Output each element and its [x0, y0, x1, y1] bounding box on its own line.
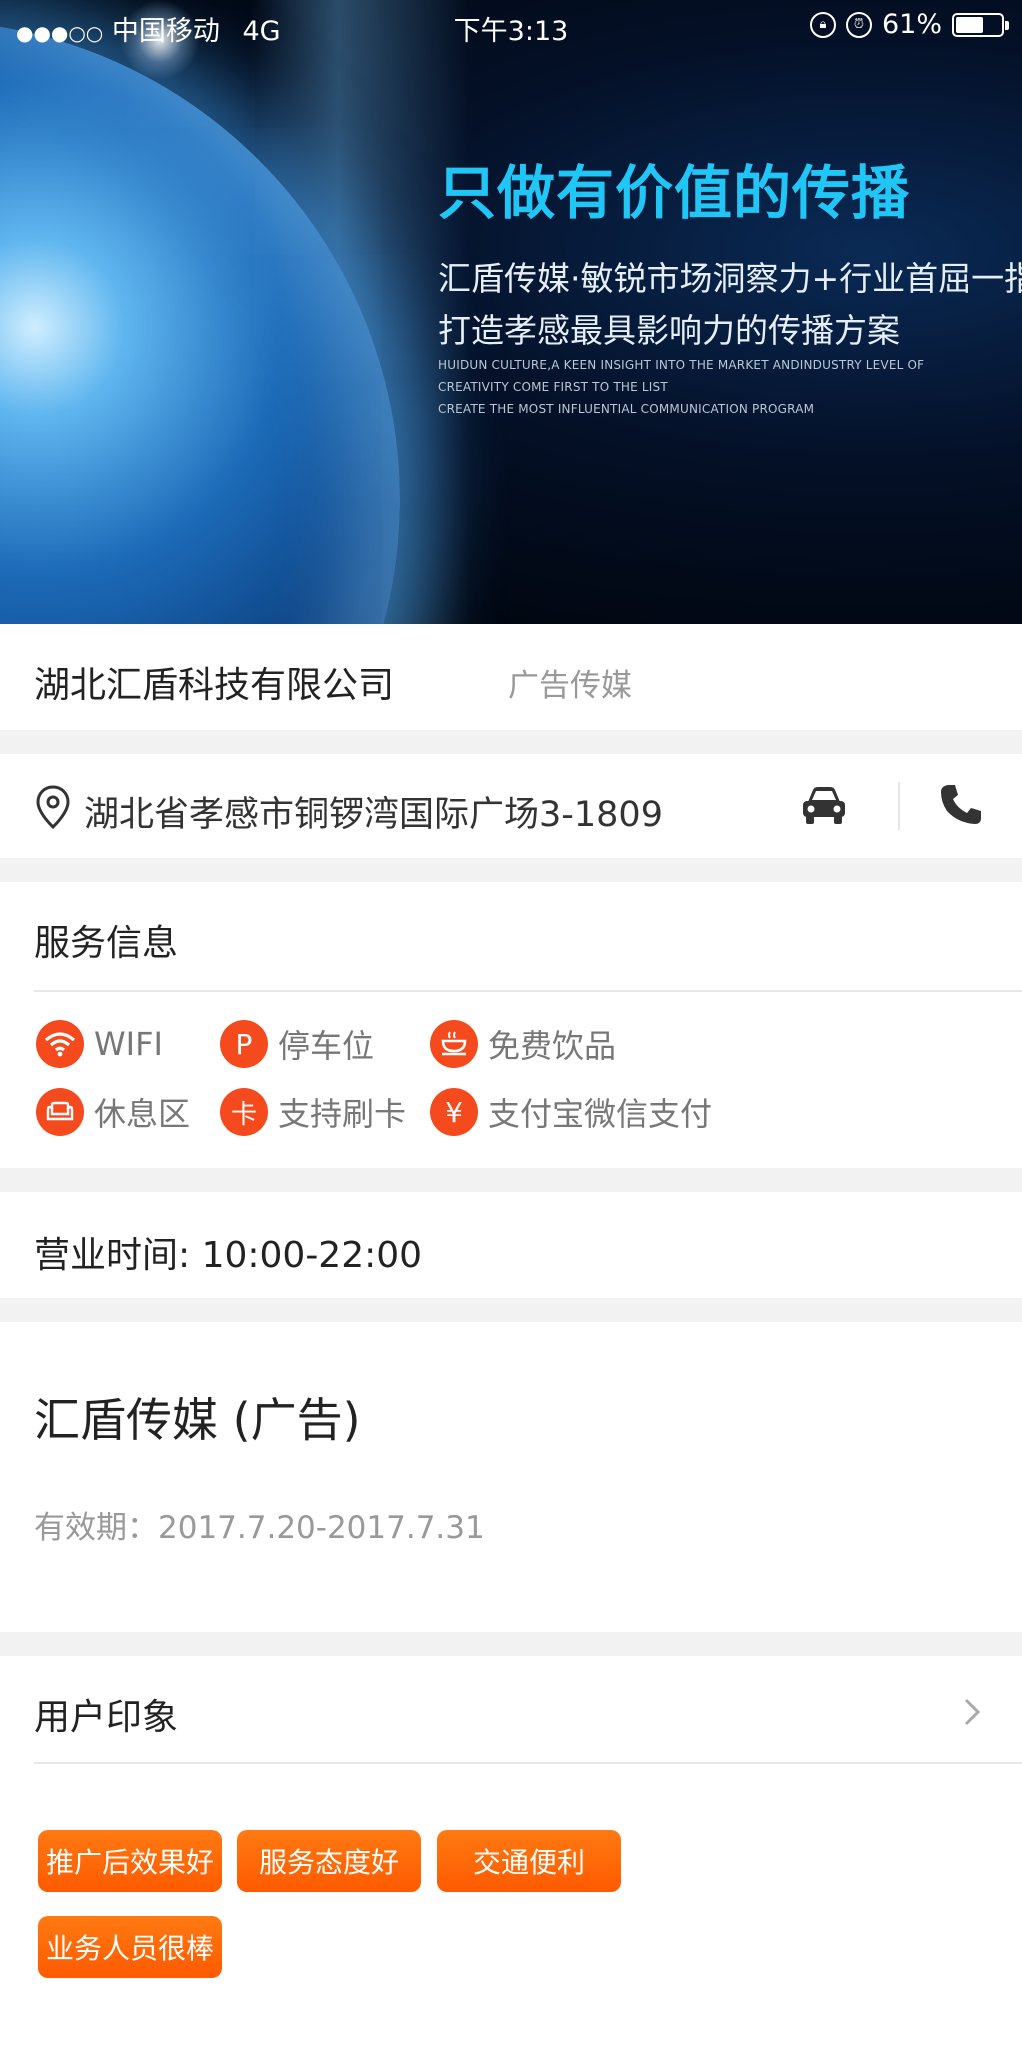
deal-validity: 有效期：2017.7.20-2017.7.31	[34, 1510, 485, 1546]
parking-icon: P	[220, 1020, 268, 1068]
business-hours-text: 营业时间: 10:00-22:00	[34, 1235, 423, 1276]
section-title: 服务信息	[34, 923, 179, 964]
banner-headline: 只做有价值的传播	[438, 159, 911, 227]
deal-title: 汇盾传媒 (广告)	[34, 1393, 361, 1447]
status-bar: ●●●○○ 中国移动 4G 下午3:13 🔒︎ ⏰︎ 61%	[0, 0, 1022, 50]
battery-percent: 61%	[881, 9, 942, 40]
banner-line-2: 打造孝感最具影响力的传播方案	[438, 311, 900, 350]
feature-label: WIFI	[94, 1025, 163, 1063]
deal-card[interactable]: 汇盾传媒 (广告) 有效期：2017.7.20-2017.7.31	[0, 1322, 1022, 1632]
banner-english-2: CREATIVITY COME FIRST TO THE LIST	[438, 380, 668, 394]
divider	[34, 1762, 1022, 1764]
address-row[interactable]: 湖北省孝感市铜锣湾国际广场3-1809	[0, 754, 1022, 858]
yuan-icon: ¥	[430, 1088, 478, 1136]
feature-label: 停车位	[278, 1027, 375, 1065]
user-impressions-section: 用户印象 推广后效果好 服务态度好 交通便利 业务人员很棒	[0, 1656, 1022, 2048]
phone-icon[interactable]	[938, 782, 984, 828]
feature-mobile-pay: ¥ 支付宝微信支付	[430, 1088, 712, 1136]
orientation-lock-icon: 🔒︎	[809, 11, 836, 38]
status-icons: 🔒︎ ⏰︎ 61%	[809, 9, 1009, 40]
feature-label: 免费饮品	[488, 1027, 617, 1065]
location-pin-icon	[36, 785, 70, 830]
address-text: 湖北省孝感市铜锣湾国际广场3-1809	[84, 795, 663, 835]
battery-icon	[952, 12, 1009, 37]
feature-label: 支付宝微信支付	[488, 1095, 713, 1133]
feature-wifi: WIFI	[36, 1020, 163, 1068]
company-category: 广告传媒	[508, 668, 632, 704]
company-header: 湖北汇盾科技有限公司 广告传媒	[0, 624, 1022, 730]
chevron-right-icon[interactable]	[962, 1696, 984, 1728]
battery-fill	[956, 16, 983, 33]
impression-tag[interactable]: 业务人员很棒	[38, 1916, 222, 1978]
car-icon[interactable]	[800, 784, 848, 826]
business-hours: 营业时间: 10:00-22:00	[0, 1192, 1022, 1298]
company-name: 湖北汇盾科技有限公司	[34, 665, 395, 706]
impression-tag[interactable]: 交通便利	[437, 1830, 621, 1892]
alarm-icon: ⏰︎	[845, 11, 872, 38]
divider	[898, 782, 900, 830]
feature-drink: 免费饮品	[430, 1020, 616, 1068]
banner-line-1: 汇盾传媒·敏锐市场洞察力+行业首屈一指创意水平	[438, 259, 1022, 298]
feature-card: 卡 支持刷卡	[220, 1088, 406, 1136]
impression-tag[interactable]: 推广后效果好	[38, 1830, 222, 1892]
card-icon: 卡	[220, 1088, 268, 1136]
divider	[34, 990, 1022, 992]
service-info-section: 服务信息 WIFI P 停车位 免费饮品 休息区 卡 支持刷卡 ¥ 支付宝微信支…	[0, 882, 1022, 1168]
feature-label: 休息区	[94, 1095, 191, 1133]
banner-english-3: CREATE THE MOST INFLUENTIAL COMMUNICATIO…	[438, 402, 815, 416]
section-title: 用户印象	[34, 1697, 179, 1738]
hero-banner[interactable]: 只做有价值的传播 汇盾传媒·敏锐市场洞察力+行业首屈一指创意水平 打造孝感最具影…	[0, 0, 1022, 624]
impression-tag[interactable]: 服务态度好	[237, 1830, 421, 1892]
wifi-icon	[36, 1020, 84, 1068]
feature-lounge: 休息区	[36, 1088, 190, 1136]
feature-label: 支持刷卡	[278, 1095, 407, 1133]
banner-english-1: HUIDUN CULTURE,A KEEN INSIGHT INTO THE M…	[438, 358, 925, 372]
sofa-icon	[36, 1088, 84, 1136]
feature-parking: P 停车位	[220, 1020, 374, 1068]
drink-icon	[430, 1020, 478, 1068]
